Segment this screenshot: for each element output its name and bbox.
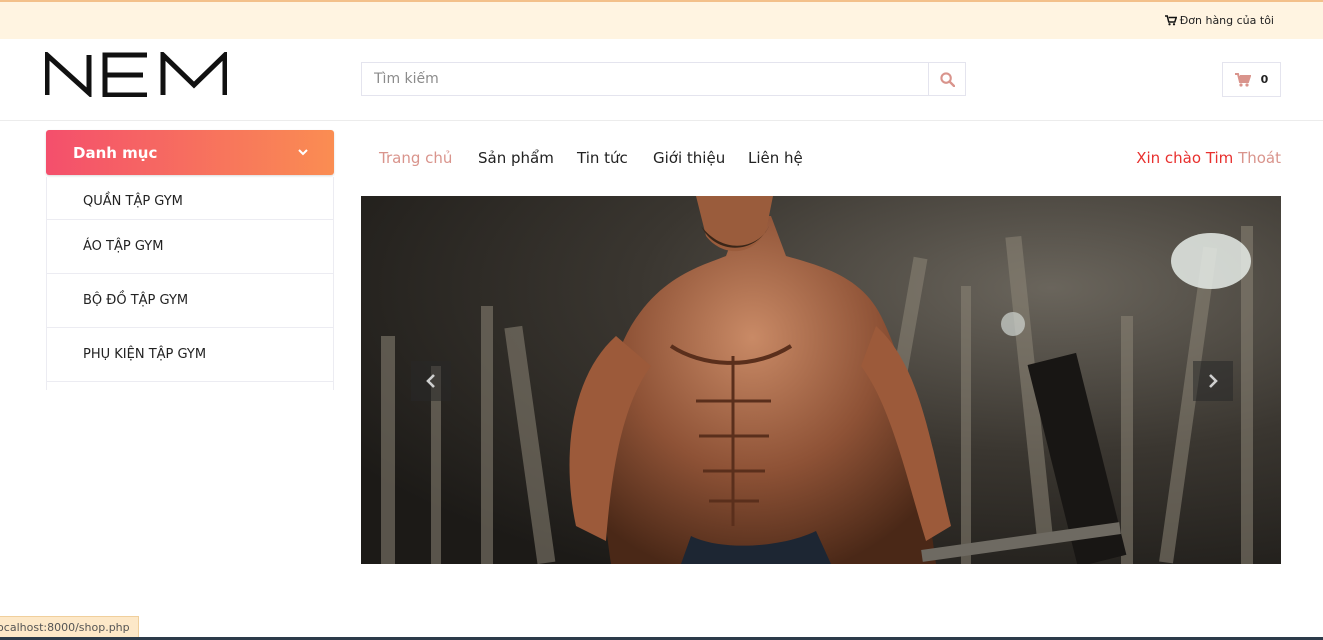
nav-item-home[interactable]: Trang chủ (379, 149, 452, 167)
logout-link[interactable]: Thoát (1238, 149, 1281, 167)
logo[interactable] (44, 49, 228, 99)
search-bar (361, 62, 966, 96)
cart-icon (1234, 72, 1251, 87)
nav-item-contact[interactable]: Liên hệ (748, 149, 803, 167)
category-item-gym-pants[interactable]: QUẦN TẬP GYM (47, 177, 333, 220)
search-button[interactable] (928, 63, 965, 95)
chevron-down-icon (298, 149, 308, 156)
search-icon (939, 71, 955, 87)
category-toggle[interactable]: Danh mục (46, 130, 334, 175)
top-bar: Đơn hàng của tôi (0, 0, 1323, 39)
cart-button[interactable]: 0 (1222, 62, 1281, 97)
nav-item-about[interactable]: Giới thiệu (653, 149, 725, 167)
chevron-left-icon (426, 374, 435, 388)
logo-graphic (44, 49, 228, 99)
category-list-end (47, 382, 333, 390)
slider-next-button[interactable] (1193, 361, 1233, 401)
category-item-label: ÁO TẬP GYM (83, 239, 164, 254)
greeting-text: Xin chào Tim (1136, 149, 1234, 167)
nav-item-products[interactable]: Sản phẩm (478, 149, 554, 167)
chevron-right-icon (1209, 374, 1218, 388)
category-item-gym-accessories[interactable]: PHỤ KIỆN TẬP GYM (47, 328, 333, 382)
category-menu: Danh mục QUẦN TẬP GYM ÁO TẬP GYM BỘ ĐỒ T… (46, 130, 334, 390)
category-list: QUẦN TẬP GYM ÁO TẬP GYM BỘ ĐỒ TẬP GYM PH… (46, 177, 334, 390)
slider-prev-button[interactable] (411, 361, 451, 401)
browser-status-bar: localhost:8000/shop.php (0, 616, 139, 638)
cart-icon (1164, 15, 1177, 26)
main-nav: Trang chủ Sản phẩm Tin tức Giới thiệu Li… (361, 143, 1281, 173)
user-greeting: Xin chào Tim Thoát (1136, 149, 1281, 167)
category-item-gym-sets[interactable]: BỘ ĐỒ TẬP GYM (47, 274, 333, 328)
status-url: localhost:8000/shop.php (0, 621, 130, 634)
hero-image (361, 196, 1281, 564)
search-input[interactable] (362, 63, 928, 95)
hero-slider (361, 196, 1281, 564)
category-item-gym-shirts[interactable]: ÁO TẬP GYM (47, 220, 333, 274)
category-item-label: QUẦN TẬP GYM (83, 193, 183, 209)
category-item-label: BỘ ĐỒ TẬP GYM (83, 293, 189, 308)
category-title: Danh mục (73, 143, 158, 162)
cart-count: 0 (1260, 73, 1269, 86)
site-header: 0 (0, 39, 1323, 121)
category-item-label: PHỤ KIỆN TẬP GYM (83, 347, 207, 362)
my-orders-label: Đơn hàng của tôi (1179, 14, 1274, 27)
my-orders-link[interactable]: Đơn hàng của tôi (1164, 14, 1274, 27)
nav-item-news[interactable]: Tin tức (577, 149, 628, 167)
